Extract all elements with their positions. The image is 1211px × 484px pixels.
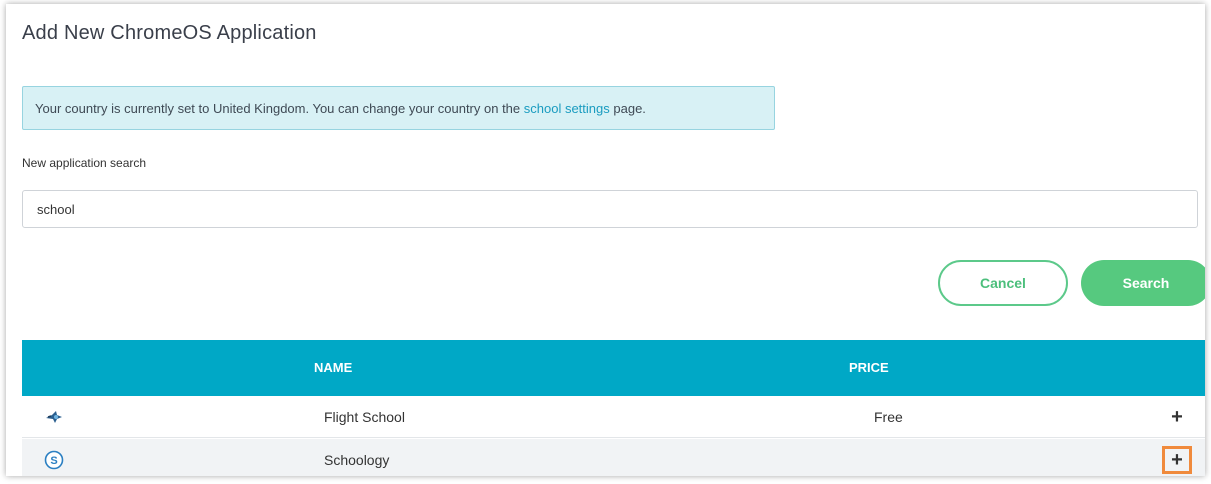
cancel-button[interactable]: Cancel [938,260,1068,306]
schoology-app-icon: S [44,450,64,470]
add-app-button[interactable]: + [1162,446,1192,474]
application-search-input[interactable] [22,190,1198,228]
app-window: Add New ChromeOS Application Your countr… [6,4,1205,476]
country-info-banner: Your country is currently set to United … [22,86,775,130]
app-name: Schoology [324,452,390,468]
flight-school-app-icon [44,407,64,427]
info-text-end: page. [609,101,646,116]
search-button[interactable]: Search [1081,260,1205,306]
info-text-start: Your country is currently set to United … [35,101,524,116]
table-row: S Schoology + [22,439,1205,476]
school-settings-link[interactable]: school settings [524,101,610,116]
plus-icon: + [1171,405,1183,428]
table-row: Flight School Free + [22,396,1205,438]
plus-icon: + [1171,448,1183,471]
results-table-header: NAME PRICE [22,340,1205,396]
add-app-button[interactable]: + [1162,403,1192,431]
page-title: Add New ChromeOS Application [22,22,317,44]
app-price: Free [874,409,903,425]
column-header-name: NAME [314,360,353,375]
column-header-price: PRICE [849,360,889,375]
app-name: Flight School [324,409,405,425]
search-label: New application search [22,156,147,170]
svg-text:S: S [50,455,57,467]
